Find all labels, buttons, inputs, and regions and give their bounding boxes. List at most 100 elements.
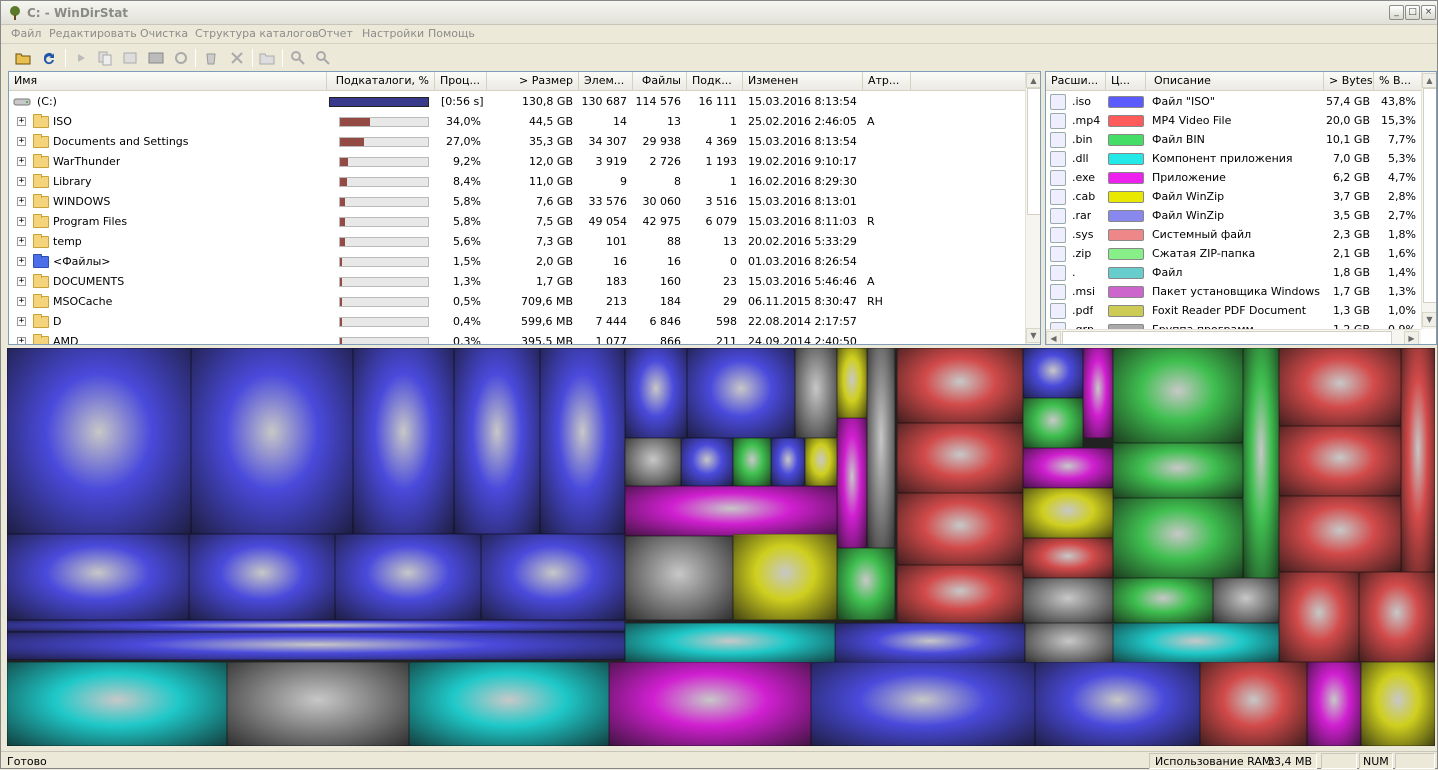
expand-icon[interactable]: +: [17, 157, 26, 166]
col-items[interactable]: Элем...: [579, 72, 633, 90]
tree-row[interactable]: + Documents and Settings 27,0% 35,3 GB 34 30…: [9, 132, 1026, 152]
col-percent[interactable]: Проц...: [435, 72, 487, 90]
treemap-tile[interactable]: [1200, 662, 1307, 746]
treemap-tile[interactable]: [7, 534, 189, 620]
zoom-in-icon[interactable]: [288, 48, 308, 68]
scroll-right-icon[interactable]: ▶: [1404, 331, 1419, 344]
scroll-down-icon[interactable]: ▼: [1026, 328, 1040, 343]
title-bar[interactable]: C: - WinDirStat _ □ ×: [1, 1, 1437, 25]
scroll-up-icon[interactable]: ▲: [1026, 73, 1040, 88]
extension-list-pane[interactable]: Расши... Ц... Описание > Bytes % B... .i…: [1045, 71, 1437, 345]
treemap-tile[interactable]: [7, 348, 191, 534]
menu-cleanup[interactable]: Очистка: [140, 27, 188, 40]
treemap-tile[interactable]: [481, 534, 625, 620]
treemap-tile[interactable]: [335, 534, 481, 620]
treemap-tile[interactable]: [7, 662, 227, 746]
extension-row[interactable]: .dll Компонент приложения 7,0 GB 5,3%: [1046, 149, 1421, 168]
treemap-tile[interactable]: [1401, 348, 1435, 572]
directory-tree-pane[interactable]: Имя Подкаталоги, % Проц... > Размер Элем…: [8, 71, 1041, 345]
treemap-tile[interactable]: [7, 620, 625, 632]
ext-hscroll[interactable]: ◀ ▶: [1046, 329, 1421, 344]
tree-row[interactable]: + WINDOWS 5,8% 7,6 GB 33 576 30 060 3 516 15.03…: [9, 192, 1026, 212]
col-extension[interactable]: Расши...: [1046, 72, 1106, 90]
extension-row[interactable]: .mp4 MP4 Video File 20,0 GB 15,3%: [1046, 111, 1421, 130]
menu-settings[interactable]: Настройки: [362, 27, 424, 40]
menu-edit[interactable]: Редактировать: [49, 27, 137, 40]
extension-row[interactable]: .exe Приложение 6,2 GB 4,7%: [1046, 168, 1421, 187]
copy-icon[interactable]: [95, 48, 115, 68]
treemap-tile[interactable]: [1243, 348, 1279, 578]
close-button[interactable]: ×: [1421, 5, 1436, 20]
treemap-tile[interactable]: [687, 348, 795, 438]
treemap-tile[interactable]: [625, 486, 837, 536]
minimize-button[interactable]: _: [1389, 5, 1404, 20]
treemap-tile[interactable]: [227, 662, 409, 746]
col-bytes-percent[interactable]: % B...: [1374, 72, 1422, 90]
tree-row[interactable]: + temp 5,6% 7,3 GB 101 88 13 20.02.2016 5:33:29: [9, 232, 1026, 252]
col-files[interactable]: Файлы: [633, 72, 687, 90]
treemap-tile[interactable]: [1213, 578, 1279, 623]
open-folder-icon[interactable]: [13, 48, 33, 68]
treemap-tile[interactable]: [353, 348, 454, 534]
tree-row[interactable]: + D 0,4% 599,6 MB 7 444 6 846 598 22.08.2014 2:…: [9, 312, 1026, 332]
treemap-tile[interactable]: [805, 438, 837, 486]
treemap-tile[interactable]: [1113, 623, 1279, 663]
treemap-tile[interactable]: [837, 348, 867, 418]
ext-vscroll[interactable]: ▲ ▼: [1421, 72, 1436, 329]
menu-file[interactable]: Файл: [11, 27, 41, 40]
expand-icon[interactable]: +: [17, 237, 26, 246]
col-modified[interactable]: Изменен: [743, 72, 863, 90]
treemap-tile[interactable]: [1023, 398, 1083, 448]
cmd-icon[interactable]: [146, 48, 166, 68]
expand-icon[interactable]: +: [17, 337, 26, 344]
treemap-tile[interactable]: [1035, 662, 1200, 746]
delete-icon[interactable]: [227, 48, 247, 68]
scroll-left-icon[interactable]: ◀: [1046, 331, 1061, 344]
treemap-tile[interactable]: [837, 548, 895, 620]
tree-row[interactable]: + ISO 34,0% 44,5 GB 14 13 1 25.02.2016 2:46:05 A: [9, 112, 1026, 132]
treemap-tile[interactable]: [897, 493, 1023, 565]
treemap[interactable]: [7, 348, 1435, 746]
extension-row[interactable]: .iso Файл "ISO" 57,4 GB 43,8%: [1046, 92, 1421, 111]
treemap-tile[interactable]: [795, 348, 837, 438]
treemap-tile[interactable]: [1279, 496, 1401, 572]
ext-scroll-thumb[interactable]: [1423, 88, 1436, 303]
extension-row[interactable]: . Файл 1,8 GB 1,4%: [1046, 263, 1421, 282]
treemap-tile[interactable]: [454, 348, 540, 534]
expand-icon[interactable]: +: [17, 197, 26, 206]
menu-treemap[interactable]: Структура каталогов: [195, 27, 319, 40]
treemap-tile[interactable]: [733, 534, 837, 620]
expand-icon[interactable]: +: [17, 177, 26, 186]
treemap-tile[interactable]: [811, 662, 1035, 746]
treemap-tile[interactable]: [625, 623, 835, 663]
expand-icon[interactable]: +: [17, 217, 26, 226]
extension-row[interactable]: .rar Файл WinZip 3,5 GB 2,7%: [1046, 206, 1421, 225]
treemap-tile[interactable]: [1359, 572, 1435, 662]
treemap-tile[interactable]: [625, 348, 687, 438]
treemap-tile[interactable]: [897, 348, 1023, 423]
tree-row[interactable]: + MSOCache 0,5% 709,6 MB 213 184 29 06.11.2015 …: [9, 292, 1026, 312]
ext-hscroll-thumb[interactable]: [1062, 331, 1392, 344]
refresh-icon[interactable]: [39, 48, 59, 68]
recycle-icon[interactable]: [201, 48, 221, 68]
expand-icon[interactable]: +: [17, 117, 26, 126]
treemap-tile[interactable]: [897, 423, 1023, 493]
treemap-tile[interactable]: [625, 438, 681, 486]
expand-icon[interactable]: +: [17, 257, 26, 266]
extension-row[interactable]: .grp Группа программ1,2 GB 0,9%: [1046, 320, 1421, 329]
col-name[interactable]: Имя: [9, 72, 327, 90]
treemap-tile[interactable]: [1279, 348, 1401, 426]
col-subdirs[interactable]: Подк...: [687, 72, 743, 90]
treemap-tile[interactable]: [1023, 448, 1113, 488]
treemap-tile[interactable]: [1025, 623, 1113, 663]
refresh-selected-icon[interactable]: [171, 48, 191, 68]
treemap-tile[interactable]: [1023, 578, 1113, 623]
tree-row[interactable]: + Program Files 5,8% 7,5 GB 49 054 42 975 6 07…: [9, 212, 1026, 232]
col-subdir-percent[interactable]: Подкаталоги, %: [327, 72, 435, 90]
treemap-tile[interactable]: [897, 565, 1023, 623]
treemap-tile[interactable]: [1023, 348, 1083, 398]
expand-icon[interactable]: +: [17, 137, 26, 146]
menu-report[interactable]: Отчет: [318, 27, 353, 40]
tree-row[interactable]: + <Файлы> 1,5% 2,0 GB 16 16 0 01.03.2016 8:26:5…: [9, 252, 1026, 272]
expand-icon[interactable]: +: [17, 317, 26, 326]
